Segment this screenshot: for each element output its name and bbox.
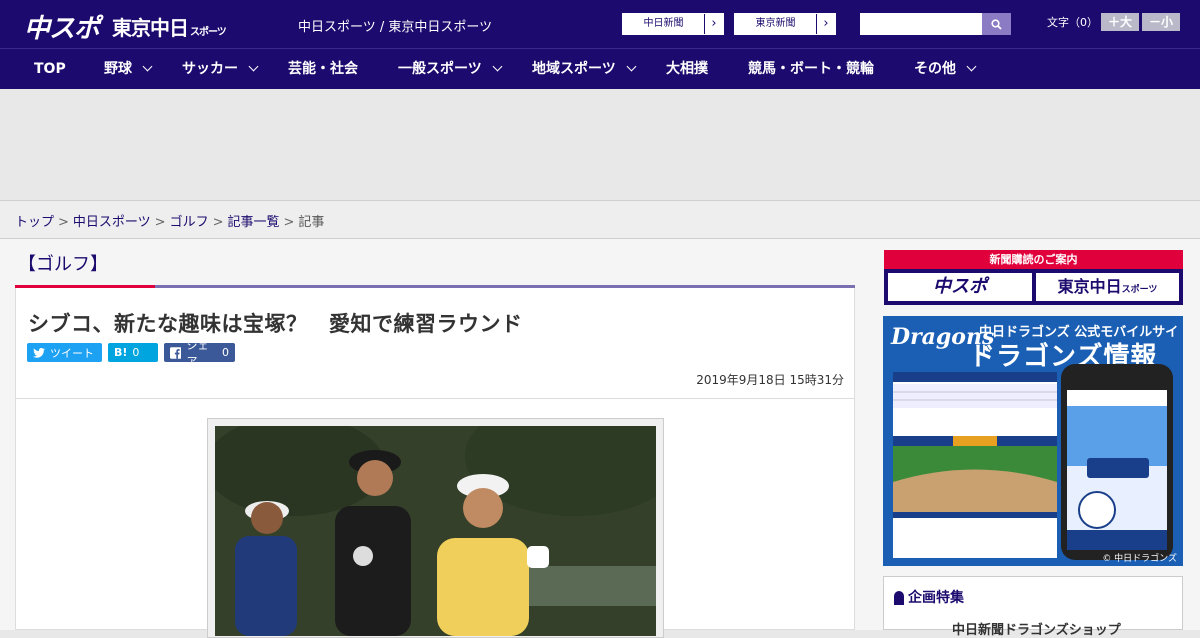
subscribe-tokyo-label: 東京中日 (1057, 277, 1122, 296)
text-larger-button[interactable]: ＋大 (1101, 13, 1139, 31)
chevron-down-icon (626, 61, 637, 72)
text-smaller-button[interactable]: －小 (1142, 13, 1180, 31)
article-divider (16, 398, 854, 399)
nav-item-local-sports[interactable]: 地域スポーツ (532, 49, 637, 89)
breadcrumb-bar: トップ > 中日スポーツ > ゴルフ > 記事一覧 > 記事 (0, 200, 1200, 239)
main-nav: TOP 野球 サッカー 芸能・社会 一般スポーツ 地域スポーツ 大相撲 競馬・ボ… (0, 48, 1200, 89)
subscribe-chuspo-button[interactable]: 中スポ (888, 273, 1032, 301)
top-header: 中スポ 東京中日 スポーツ 中日スポーツ / 東京中日スポーツ 中日新聞 › 東京… (0, 0, 1200, 48)
golfers-photo-illustration (215, 426, 656, 636)
nav-item-top[interactable]: TOP (34, 49, 66, 89)
feature-title: 企画特集 (894, 587, 964, 607)
nav-label: 一般スポーツ (398, 61, 482, 77)
nav-item-other[interactable]: その他 (914, 49, 977, 89)
hatena-count: 0 (132, 346, 140, 359)
breadcrumb-separator: > (283, 215, 295, 230)
scoreboard-illustration (893, 372, 1057, 558)
nav-label: 芸能・社会 (288, 61, 358, 77)
nav-item-baseball[interactable]: 野球 (104, 49, 153, 89)
chunichi-shimbun-label: 中日新聞 (623, 14, 705, 34)
tokyo-chunichi-logo[interactable]: 東京中日 スポーツ (112, 12, 227, 41)
nav-label: 競馬・ボート・競輪 (748, 61, 874, 77)
nav-item-general-sports[interactable]: 一般スポーツ (398, 49, 503, 89)
tokyo-logo-suffix: スポーツ (190, 27, 227, 38)
hatena-icon: B! (114, 346, 128, 359)
facebook-share-button[interactable]: シェア 0 (164, 339, 235, 368)
hatena-bookmark-button[interactable]: B! 0 (108, 343, 158, 362)
feature-section: 企画特集 中日新聞ドラゴンズショップ (883, 576, 1183, 638)
twitter-icon (33, 347, 45, 358)
nav-item-entertainment[interactable]: 芸能・社会 (288, 49, 358, 89)
tweet-label: ツイート (50, 346, 94, 360)
breadcrumb: トップ > 中日スポーツ > ゴルフ > 記事一覧 > 記事 (15, 211, 324, 230)
facebook-share-count: 0 (222, 346, 229, 359)
tokyo-shimbun-button[interactable]: 東京新聞 › (734, 13, 836, 35)
scoreboard-screenshot (893, 372, 1057, 558)
chevron-down-icon (142, 61, 153, 72)
breadcrumb-current: 記事 (298, 215, 325, 230)
breadcrumb-separator: > (212, 215, 224, 230)
article-photo-frame (207, 418, 664, 638)
nav-label: サッカー (182, 61, 238, 77)
facebook-icon (170, 346, 182, 359)
breadcrumb-separator: > (58, 215, 69, 230)
article-date: 2019年9月18日 15時31分 (696, 373, 844, 387)
facebook-share-label: シェア (186, 338, 209, 368)
search-input[interactable] (860, 13, 982, 35)
phone-mockup (1061, 364, 1173, 560)
breadcrumb-separator: > (154, 215, 166, 230)
site-names: 中日スポーツ / 東京中日スポーツ (298, 20, 493, 35)
nav-label: TOP (34, 61, 66, 77)
nav-item-soccer[interactable]: サッカー (182, 49, 259, 89)
dragons-info-banner[interactable]: Dragons 中日ドラゴンズ 公式モバイルサイト ドラゴンズ情報 © 中日ドラ… (883, 316, 1183, 566)
nav-label: 大相撲 (666, 61, 708, 77)
nav-item-racing[interactable]: 競馬・ボート・競輪 (748, 49, 874, 89)
ribbon-icon (894, 591, 904, 605)
breadcrumb-article-list[interactable]: 記事一覧 (228, 215, 280, 230)
subscription-banner[interactable]: 新聞購読のご案内 中スポ 東京中日スポーツ (884, 250, 1183, 305)
chevron-down-icon (966, 61, 977, 72)
chunichi-shimbun-button[interactable]: 中日新聞 › (622, 13, 724, 35)
phone-screen (1067, 390, 1167, 550)
breadcrumb-chunichi-sports[interactable]: 中日スポーツ (73, 215, 151, 230)
tokyo-logo-text: 東京中日 (112, 16, 189, 40)
subscribe-tokyo-button[interactable]: 東京中日スポーツ (1036, 273, 1179, 301)
article-photo[interactable] (215, 426, 656, 636)
article-headline: シブコ、新たな趣味は宝塚？ 愛知で練習ラウンド (28, 312, 523, 336)
fanclub-illustration (1067, 390, 1167, 550)
article-category: 【ゴルフ】 (18, 254, 108, 275)
nav-item-sumo[interactable]: 大相撲 (666, 49, 708, 89)
chevron-down-icon (492, 61, 503, 72)
tokyo-shimbun-label: 東京新聞 (735, 14, 817, 34)
breadcrumb-golf[interactable]: ゴルフ (170, 215, 209, 230)
search-button[interactable] (982, 13, 1011, 35)
chevron-down-icon (248, 61, 259, 72)
ad-space (0, 89, 1200, 200)
subscription-title: 新聞購読のご案内 (884, 250, 1183, 269)
breadcrumb-top[interactable]: トップ (15, 215, 54, 230)
search-icon (991, 18, 1002, 30)
dragons-copyright: © 中日ドラゴンズ (1102, 554, 1177, 564)
chevron-right-icon: › (823, 16, 829, 31)
nav-label: 野球 (104, 61, 132, 77)
subscribe-tokyo-suffix: スポーツ (1121, 285, 1158, 295)
feature-item-dragons-shop[interactable]: 中日新聞ドラゴンズショップ (952, 619, 1121, 638)
text-size-label: 文字（0） (1047, 16, 1098, 29)
tweet-button[interactable]: ツイート (27, 343, 102, 362)
chevron-right-icon: › (711, 16, 717, 31)
nav-label: 地域スポーツ (532, 61, 616, 77)
nav-label: その他 (914, 61, 956, 77)
chuspo-logo[interactable]: 中スポ (24, 8, 100, 45)
article-card: シブコ、新たな趣味は宝塚？ 愛知で練習ラウンド ツイート B! 0 シェア 0 … (15, 288, 855, 638)
feature-title-text: 企画特集 (908, 590, 964, 606)
